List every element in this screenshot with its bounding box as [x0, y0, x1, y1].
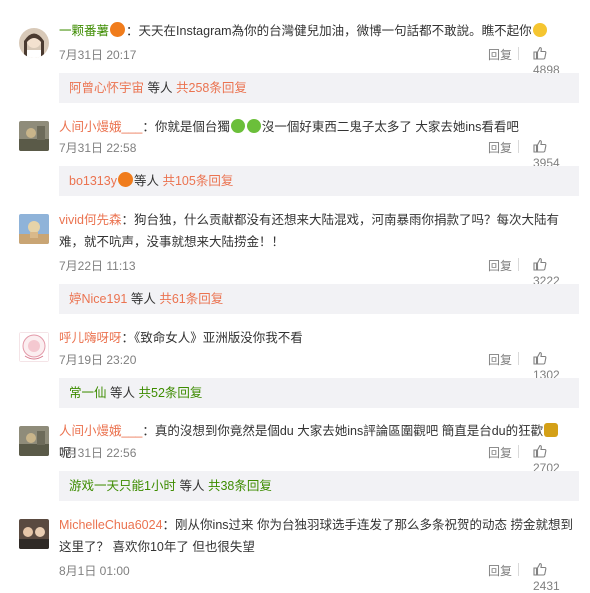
more-replies-bar[interactable]: 常一仙 等人 共52条回复 [59, 378, 579, 408]
comment-time: 7月31日 22:56 [59, 446, 137, 460]
comment-username[interactable]: 呼儿嗨呀呀 [59, 331, 122, 345]
comment-time: 7月19日 23:20 [59, 353, 137, 367]
avatar[interactable] [19, 28, 49, 58]
reply-user[interactable]: 游戏一天只能1小时 [69, 479, 176, 493]
thumb-up-icon [533, 444, 547, 461]
comment-username[interactable]: 人间小熳娥___ [59, 424, 142, 438]
reply-count[interactable]: 共105条回复 [162, 174, 233, 188]
more-replies-bar[interactable]: 阿曾心怀宇宙 等人 共258条回复 [59, 73, 579, 103]
party-emoji-icon [544, 423, 559, 437]
comment-body: ：真的沒想到你竟然是個du 大家去她ins評論區圍觀吧 簡直是台du的狂歡 [142, 424, 544, 438]
frog-emoji-icon [230, 119, 245, 133]
comment-username[interactable]: MichelleChua6024 [59, 518, 163, 532]
reply-button[interactable]: 回复 [488, 46, 512, 63]
comment-meta: 8月1日 01:00 回复 2431 [59, 562, 579, 593]
reply-button[interactable]: 回复 [488, 562, 512, 579]
comment-meta: 7月22日 11:13 回复 3222 [59, 257, 579, 288]
divider [518, 352, 519, 365]
comment-username[interactable]: vivid何先森 [59, 213, 122, 227]
comment-meta: 7月31日 22:58 回复 3954 [59, 139, 579, 170]
reply-suffix: 等人 [147, 81, 173, 95]
divider [518, 445, 519, 458]
comment-text: MichelleChua6024：刚从你ins过来 你为台独羽球选手连发了那么多… [59, 514, 579, 558]
comment-text: 一颗番薯 ：天天在Instagram為你的台灣健兒加油，微博一句話都不敢說。瞧不起… [59, 20, 579, 42]
comment-body-2: 沒一個好東西二鬼子太多了 大家去她ins看看吧 [261, 120, 519, 134]
comment-username[interactable]: 人间小熳娥___ [59, 120, 142, 134]
comment-meta: 7月31日 22:56 回复 2702 [59, 444, 579, 475]
reply-user[interactable]: 婷Nice191 [69, 292, 127, 306]
comment-body: ：天天在Instagram為你的台灣健兒加油，微博一句話都不敢說。瞧不起你 [126, 24, 532, 38]
thumb-up-icon [533, 46, 547, 63]
reply-button[interactable]: 回复 [488, 444, 512, 461]
thumb-up-icon [533, 139, 547, 156]
comment-body: ：狗台独，什么贡献都没有还想来大陆混戏，河南暴雨你捐款了吗？每次大陆有难，就不吭… [59, 213, 560, 249]
more-replies-bar[interactable]: 游戏一天只能1小时 等人 共38条回复 [59, 471, 579, 501]
comment-text: vivid何先森：狗台独，什么贡献都没有还想来大陆混戏，河南暴雨你捐款了吗？每次… [59, 209, 579, 253]
vip-badge-icon [110, 22, 126, 37]
avatar[interactable] [19, 426, 49, 456]
reply-suffix: 等人 [179, 479, 205, 493]
thumb-up-icon [533, 562, 547, 579]
divider [518, 563, 519, 576]
comment-body: ：你就是個台獨 [142, 120, 230, 134]
reply-user[interactable]: 常一仙 [69, 386, 107, 400]
frog-emoji-icon [246, 119, 261, 133]
reply-count[interactable]: 共61条回复 [159, 292, 223, 306]
comment-body: ：《致命女人》亚洲版没你我不看 [121, 331, 303, 345]
reply-button[interactable]: 回复 [488, 257, 512, 274]
reply-suffix: 等人 [110, 386, 136, 400]
comment-meta: 7月31日 20:17 回复 4898 [59, 46, 579, 77]
reply-user[interactable]: 阿曾心怀宇宙 [69, 81, 144, 95]
comment-meta: 7月19日 23:20 回复 1302 [59, 351, 579, 382]
divider [518, 47, 519, 60]
thumb-up-icon [533, 257, 547, 274]
reply-button[interactable]: 回复 [488, 351, 512, 368]
reply-count[interactable]: 共52条回复 [139, 386, 203, 400]
reply-button[interactable]: 回复 [488, 139, 512, 156]
comment-time: 7月22日 11:13 [59, 259, 136, 273]
thumb-up-icon [533, 351, 547, 368]
comment-text: 呼儿嗨呀呀：《致命女人》亚洲版没你我不看 [59, 327, 579, 349]
comment-text: 人间小熳娥___：你就是個台獨 沒一個好東西二鬼子太多了 大家去她ins看看吧 [59, 116, 579, 138]
comment-username[interactable]: 一颗番薯 [59, 24, 109, 38]
like-button[interactable]: 2431 [533, 562, 579, 593]
comment-time: 7月31日 22:58 [59, 141, 137, 155]
emoji-icon [532, 23, 547, 37]
vip-badge-icon [117, 172, 133, 187]
reply-suffix: 等人 [130, 292, 156, 306]
avatar[interactable] [19, 121, 49, 151]
more-replies-bar[interactable]: 婷Nice191 等人 共61条回复 [59, 284, 579, 314]
like-count: 2431 [533, 579, 560, 593]
divider [518, 140, 519, 153]
avatar[interactable] [19, 519, 49, 549]
comment-time: 7月31日 20:17 [59, 48, 137, 62]
reply-suffix: 等人 [133, 174, 159, 188]
reply-count[interactable]: 共38条回复 [208, 479, 272, 493]
more-replies-bar[interactable]: bo1313y 等人 共105条回复 [59, 166, 579, 196]
comment-time: 8月1日 01:00 [59, 564, 130, 578]
avatar[interactable] [19, 214, 49, 244]
reply-user[interactable]: bo1313y [69, 174, 117, 188]
divider [518, 258, 519, 271]
reply-count[interactable]: 共258条回复 [176, 81, 247, 95]
avatar[interactable] [19, 332, 49, 362]
